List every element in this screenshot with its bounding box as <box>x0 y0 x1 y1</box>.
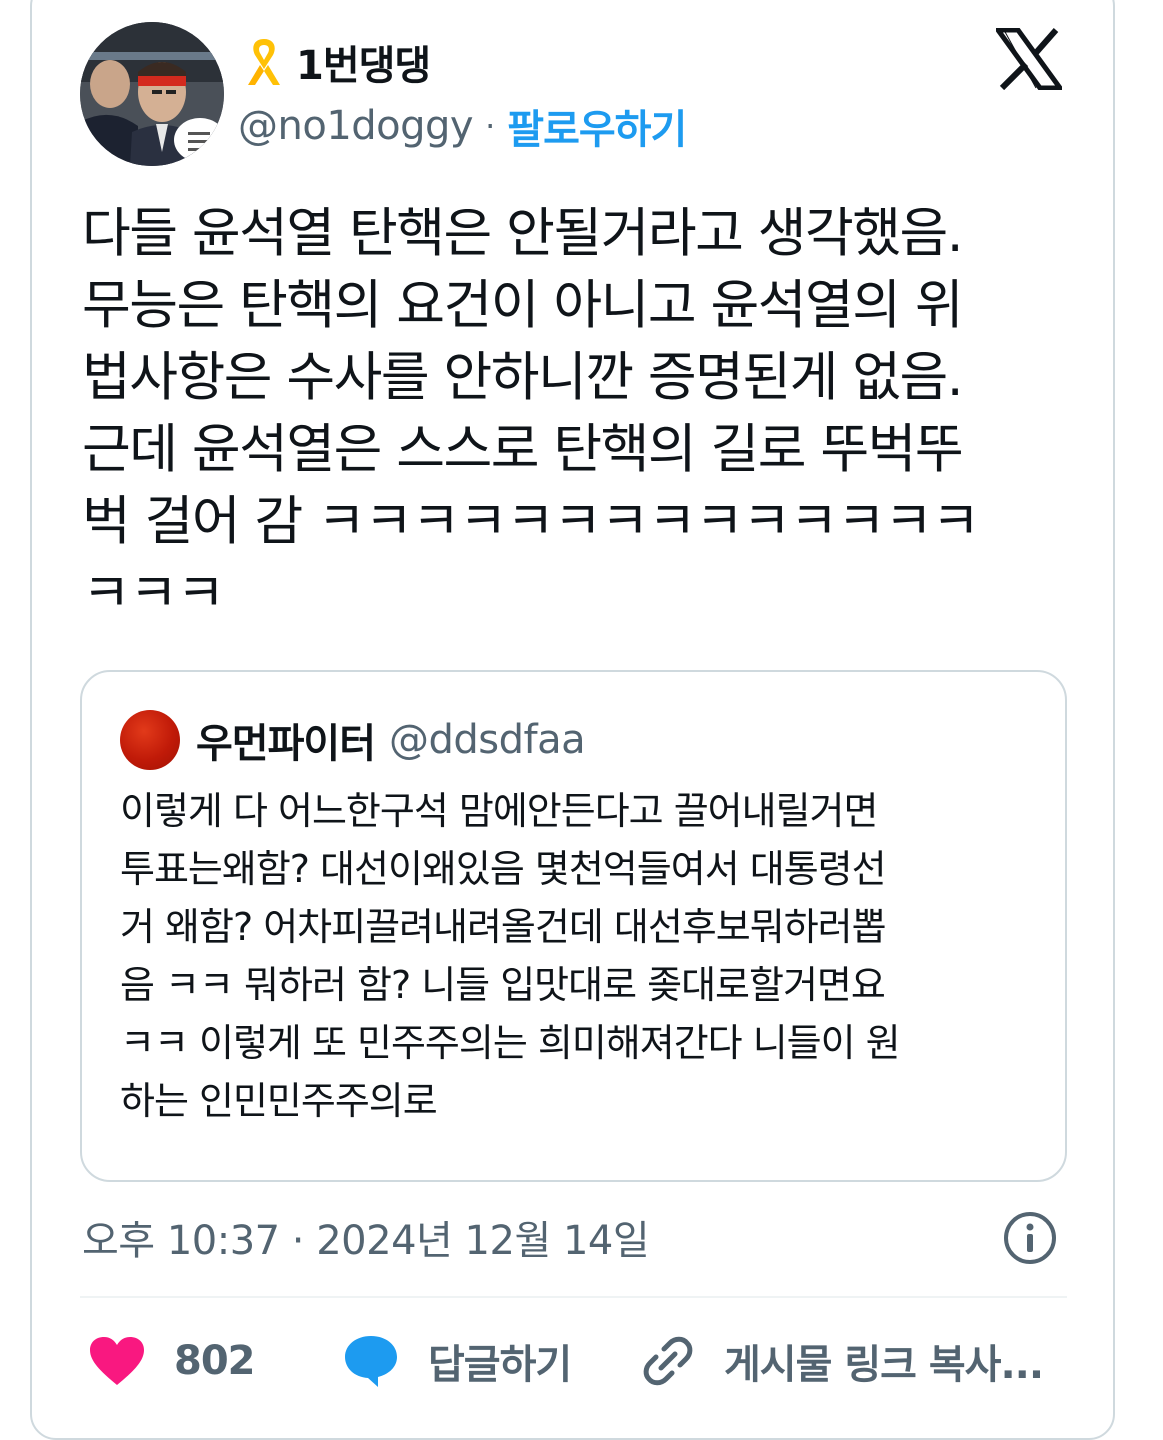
author-handle-row: @no1doggy · 팔로우하기 <box>238 97 687 155</box>
author-display-name[interactable]: 1번댕댕 <box>296 33 431 91</box>
reply-button[interactable]: 답글하기 <box>342 1326 572 1396</box>
quoted-author-avatar[interactable] <box>120 710 180 770</box>
like-count: 802 <box>174 1338 255 1384</box>
x-logo-icon[interactable] <box>996 28 1062 90</box>
quoted-author-header: 우먼파이터 @ddsdfaa <box>196 710 586 770</box>
like-button[interactable]: 802 <box>88 1326 255 1396</box>
copy-link-label: 게시물 링크 복사... <box>724 1342 1044 1388</box>
tweet-text: 다들 윤석열 탄핵은 안될거라고 생각했음. 무능은 탄핵의 요건이 아니고 윤… <box>82 203 980 624</box>
quoted-author-handle: @ddsdfaa <box>389 717 586 763</box>
quoted-author-name: 우먼파이터 <box>196 721 376 767</box>
reply-label: 답글하기 <box>428 1342 572 1388</box>
tweet-timestamp[interactable]: 오후 10:37 · 2024년 12월 14일 <box>82 1208 650 1266</box>
separator-dot: · <box>485 107 496 145</box>
heart-icon <box>90 1337 144 1385</box>
quoted-tweet[interactable]: 우먼파이터 @ddsdfaa 이렇게 다 어느한구석 맘에안든다고 끌어내릴거면… <box>80 670 1067 1182</box>
follow-button[interactable]: 팔로우하기 <box>507 97 687 155</box>
divider <box>80 1296 1067 1298</box>
yellow-ribbon-icon <box>248 39 280 85</box>
author-handle[interactable]: @no1doggy <box>238 103 474 149</box>
profile-photo <box>80 22 224 166</box>
speech-bubble-icon <box>345 1336 397 1387</box>
copy-link-button[interactable]: 게시물 링크 복사... <box>640 1326 1044 1396</box>
author-name-row: 1번댕댕 <box>244 33 431 91</box>
link-icon <box>643 1336 693 1386</box>
author-avatar[interactable] <box>80 22 224 166</box>
info-icon[interactable] <box>1002 1210 1058 1266</box>
quoted-tweet-text: 이렇게 다 어느한구석 맘에안든다고 끌어내릴거면 투표는왜함? 대선이왜있음 … <box>120 789 901 1123</box>
action-bar: 802 답글하기 게시물 링크 복사... <box>80 1326 1067 1396</box>
